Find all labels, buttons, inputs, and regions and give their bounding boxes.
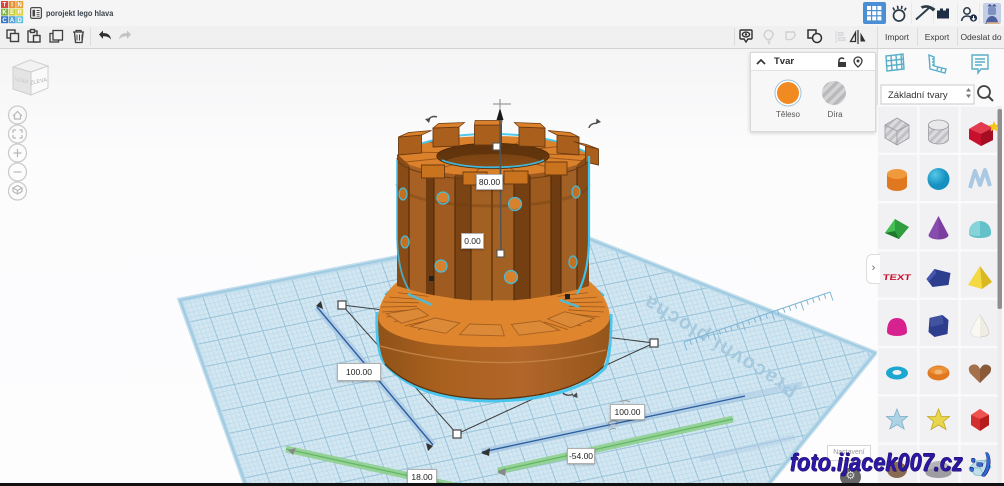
svg-text:T: T [3, 3, 7, 9]
svg-text:E: E [10, 10, 14, 16]
svg-text:K: K [2, 10, 7, 16]
svg-text:C: C [2, 18, 7, 24]
svg-text:Export: Export [925, 32, 950, 42]
svg-text:N: N [18, 3, 22, 9]
svg-text:R: R [18, 10, 23, 16]
svg-text:Import: Import [885, 32, 910, 42]
svg-text:Odeslat do: Odeslat do [960, 32, 1001, 42]
svg-text:TEXT: TEXT [882, 273, 911, 282]
svg-text:A: A [10, 18, 15, 24]
svg-text:Základní tvary: Základní tvary [888, 90, 948, 101]
svg-text:D: D [18, 18, 23, 24]
